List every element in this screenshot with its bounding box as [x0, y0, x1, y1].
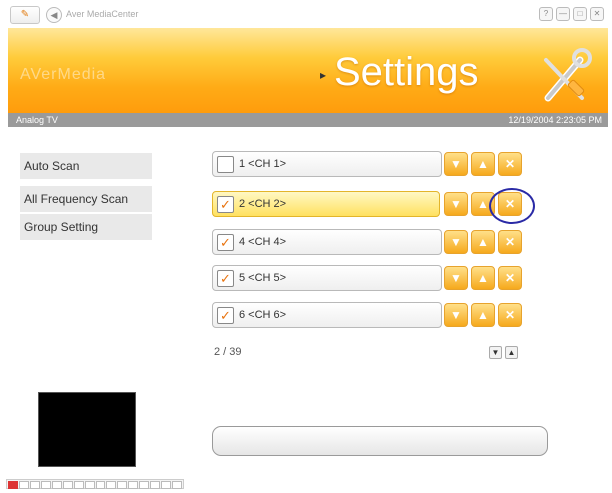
menu-item-auto-scan[interactable]: Auto Scan	[20, 153, 152, 179]
window-controls: ? — □ ✕	[539, 7, 604, 21]
delete-button[interactable]: ✕	[498, 152, 522, 176]
close-button[interactable]: ✕	[590, 7, 604, 21]
channel-actions: ▼ ▲ ✕	[444, 303, 522, 327]
status-bar: Analog TV 12/19/2004 2:23:05 PM	[8, 113, 608, 127]
channel-checkbox[interactable]: ✓	[217, 270, 234, 287]
help-button[interactable]: ?	[539, 7, 553, 21]
settings-icon[interactable]	[150, 481, 161, 489]
move-down-button[interactable]: ▼	[444, 266, 468, 290]
move-down-button[interactable]: ▼	[444, 192, 468, 216]
rewind-icon[interactable]	[51, 481, 62, 489]
tools-icon	[544, 48, 592, 102]
brand-watermark: AVerMedia	[20, 66, 107, 83]
channel-row[interactable]: ✓ 6 <CH 6>	[212, 302, 442, 328]
volume-up-icon[interactable]	[106, 481, 117, 489]
move-up-button[interactable]: ▲	[471, 303, 495, 327]
channel-row[interactable]: ✓ 5 <CH 5>	[212, 265, 442, 291]
channel-checkbox[interactable]: ✓	[217, 307, 234, 324]
channel-label: 5 <CH 5>	[239, 272, 287, 284]
title-bar: ✎ ◀ Aver MediaCenter ? — □ ✕	[0, 0, 612, 30]
move-up-button[interactable]: ▲	[471, 230, 495, 254]
channel-checkbox[interactable]: ✓	[217, 196, 234, 213]
settings-banner: AVerMedia ▸ Settings	[8, 28, 608, 113]
move-down-button[interactable]: ▼	[444, 303, 468, 327]
channel-row[interactable]: 1 <CH 1>	[212, 151, 442, 177]
play-icon[interactable]	[29, 481, 40, 489]
menu-item-group-setting[interactable]: Group Setting	[20, 214, 152, 240]
page-up-button[interactable]: ▲	[505, 346, 518, 359]
menu-item-all-frequency-scan[interactable]: All Frequency Scan	[20, 186, 152, 212]
mute-icon[interactable]	[117, 481, 128, 489]
video-preview[interactable]	[38, 392, 136, 467]
pause-icon[interactable]	[40, 481, 51, 489]
delete-button[interactable]: ✕	[498, 303, 522, 327]
delete-button[interactable]: ✕	[498, 266, 522, 290]
maximize-button[interactable]: □	[573, 7, 587, 21]
move-down-button[interactable]: ▼	[444, 230, 468, 254]
record-icon[interactable]	[8, 481, 18, 489]
stop-icon[interactable]	[18, 481, 29, 489]
page-down-button[interactable]: ▼	[489, 346, 502, 359]
move-down-button[interactable]: ▼	[444, 152, 468, 176]
channel-down-icon[interactable]	[73, 481, 84, 489]
app-title: Aver MediaCenter	[66, 9, 139, 19]
channel-row[interactable]: ✓ 4 <CH 4>	[212, 229, 442, 255]
back-icon[interactable]: ◀	[46, 7, 62, 23]
channel-actions: ▼ ▲ ✕	[444, 230, 522, 254]
channel-label: 1 <CH 1>	[239, 158, 287, 170]
channel-actions: ▼ ▲ ✕	[444, 266, 522, 290]
mini-control-bar	[6, 479, 184, 489]
channel-label: 2 <CH 2>	[239, 198, 287, 210]
volume-down-icon[interactable]	[95, 481, 106, 489]
channel-label: 4 <CH 4>	[239, 236, 287, 248]
channel-actions: ▼ ▲ ✕	[444, 152, 522, 176]
page-title: Settings	[334, 50, 479, 94]
channel-checkbox[interactable]	[217, 156, 234, 173]
move-up-button[interactable]: ▲	[471, 152, 495, 176]
page-counter: 2 / 39	[214, 346, 242, 358]
highlight-circle	[489, 188, 535, 224]
channel-checkbox[interactable]: ✓	[217, 234, 234, 251]
snapshot-icon[interactable]	[128, 481, 139, 489]
forward-icon[interactable]	[62, 481, 73, 489]
title-arrow-icon: ▸	[320, 68, 327, 82]
app-logo-icon[interactable]: ✎	[10, 6, 40, 24]
exit-icon[interactable]	[172, 481, 182, 489]
channel-row-selected[interactable]: ✓ 2 <CH 2>	[212, 191, 440, 217]
minimize-button[interactable]: —	[556, 7, 570, 21]
menu-icon[interactable]	[139, 481, 150, 489]
channel-label: 6 <CH 6>	[239, 309, 287, 321]
delete-button[interactable]: ✕	[498, 230, 522, 254]
timestamp: 12/19/2004 2:23:05 PM	[508, 115, 602, 125]
fullscreen-icon[interactable]	[161, 481, 172, 489]
channel-up-icon[interactable]	[84, 481, 95, 489]
source-label: Analog TV	[16, 115, 58, 125]
scan-progress-bar	[212, 426, 548, 456]
move-up-button[interactable]: ▲	[471, 266, 495, 290]
